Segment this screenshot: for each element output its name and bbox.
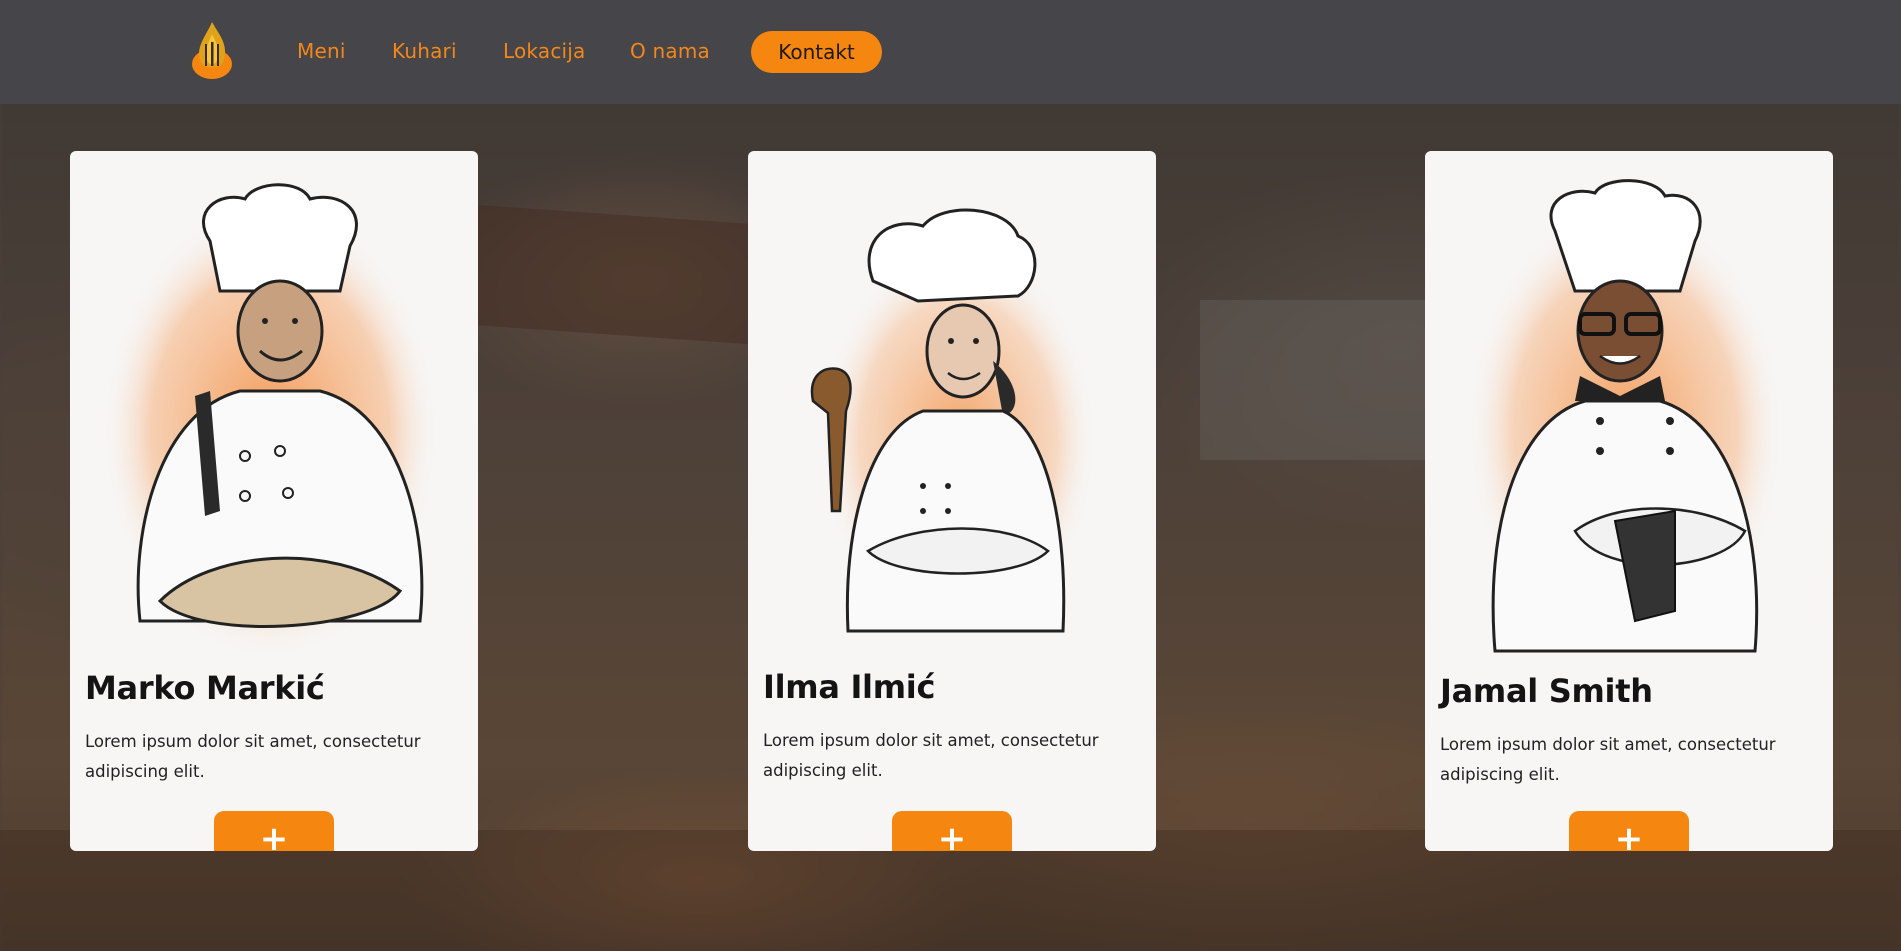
chef-with-knife-illustration — [100, 183, 440, 661]
nav-link-kuhari[interactable]: Kuhari — [392, 39, 457, 63]
chef-card-jamal: Jamal Smith Lorem ipsum dolor sit amet, … — [1425, 151, 1833, 851]
kontakt-button[interactable]: Kontakt — [751, 31, 882, 73]
chef-name: Marko Markić — [85, 669, 325, 707]
chef-details-button[interactable]: + — [214, 811, 334, 851]
nav-link-o-nama[interactable]: O nama — [630, 39, 710, 63]
top-navbar: Meni Kuhari Lokacija O nama Kontakt — [0, 0, 1901, 104]
chef-name: Jamal Smith — [1440, 672, 1653, 710]
chef-description: Lorem ipsum dolor sit amet, consectetur … — [763, 731, 1099, 780]
flame-fork-knife-icon[interactable] — [190, 20, 234, 80]
nav-link-lokacija[interactable]: Lokacija — [503, 39, 585, 63]
nav-link-meni[interactable]: Meni — [297, 39, 346, 63]
chef-arms-crossed-illustration — [1465, 179, 1785, 661]
chef-with-spatula-illustration — [810, 208, 1098, 641]
chef-description: Lorem ipsum dolor sit amet, consectetur … — [1440, 735, 1776, 784]
chef-name: Ilma Ilmić — [763, 668, 936, 706]
background-menu-sign — [466, 204, 774, 346]
chef-details-button[interactable]: + — [892, 811, 1012, 851]
chef-details-button[interactable]: + — [1569, 811, 1689, 851]
chef-card-ilma: Ilma Ilmić Lorem ipsum dolor sit amet, c… — [748, 151, 1156, 851]
chef-description: Lorem ipsum dolor sit amet, consectetur … — [85, 732, 421, 781]
chef-card-marko: Marko Markić Lorem ipsum dolor sit amet,… — [70, 151, 478, 851]
